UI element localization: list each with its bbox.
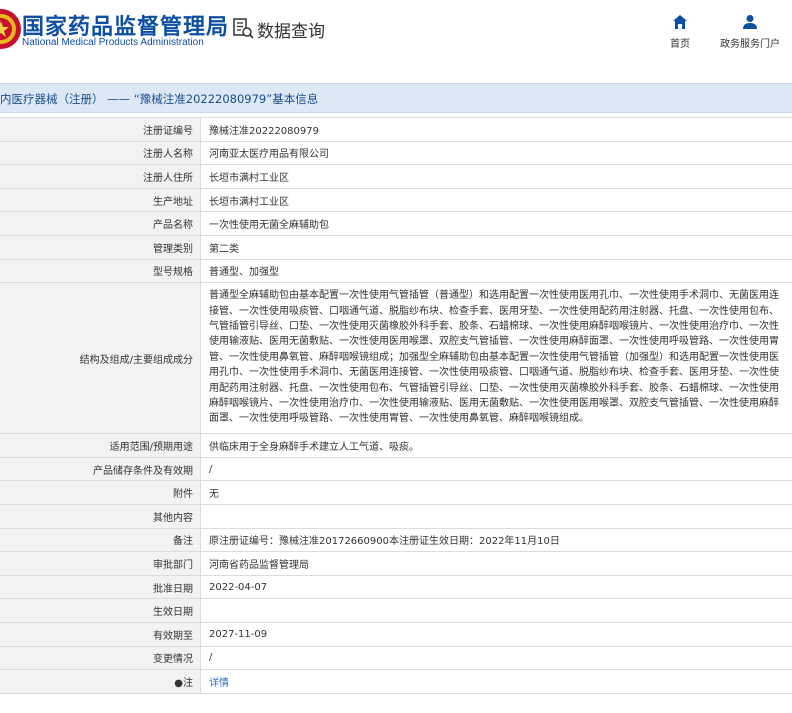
row-value: 长垣市满村工业区 xyxy=(209,196,289,208)
nav-home[interactable]: 首页 xyxy=(666,14,694,50)
row-label: 产品储存条件及有效期 xyxy=(0,457,201,481)
table-row: 有效期至 2027-11-09 xyxy=(0,622,792,647)
row-value: 2027-11-09 xyxy=(209,628,268,640)
row-value: 2022-04-07 xyxy=(209,581,268,593)
row-label: 生效日期 xyxy=(0,599,201,622)
table-row: 生产地址 长垣市满村工业区 xyxy=(0,188,792,213)
table-row: 结构及组成/主要组成成分 普通型全麻辅助包由基本配置一次性使用气管插管（普通型）… xyxy=(0,283,792,435)
row-label: 注册证编号 xyxy=(0,118,201,141)
row-value: / xyxy=(209,652,213,664)
detail-table: 注册证编号 豫械注准20222080979 注册人名称 河南亚太医疗用品有限公司… xyxy=(0,117,792,694)
table-row: 型号规格 普通型、加强型 xyxy=(0,259,792,284)
record-title: 内医疗器械（注册） —— “豫械注准20222080979”基本信息 xyxy=(0,92,319,106)
row-value: 豫械注准20222080979 xyxy=(209,125,319,137)
row-value: / xyxy=(209,463,213,475)
data-query-icon xyxy=(233,18,254,39)
row-value: 河南亚太医疗用品有限公司 xyxy=(209,149,329,161)
nmpa-emblem-icon xyxy=(0,9,21,49)
row-value: 普通型全麻辅助包由基本配置一次性使用气管插管（普通型）和选用配置一次性使用医用孔… xyxy=(209,290,779,425)
table-row: 审批部门 河南省药品监督管理局 xyxy=(0,552,792,576)
table-row: 管理类别 第二类 xyxy=(0,235,792,260)
row-label: 备注 xyxy=(0,528,201,552)
row-label: 结构及组成/主要组成成分 xyxy=(0,283,201,434)
row-value: 河南省药品监督管理局 xyxy=(209,559,309,571)
site-header: 国家药品监督管理局 National Medical Products Admi… xyxy=(0,0,792,66)
row-label: ●注 xyxy=(0,670,201,693)
user-icon xyxy=(743,15,757,29)
row-label: 产品名称 xyxy=(0,212,201,235)
row-value: 原注册证编号：豫械注准20172660900本注册证生效日期：2022年11月1… xyxy=(209,536,560,548)
table-row: 附件 无 xyxy=(0,481,792,505)
brand-name-en[interactable]: National Medical Products Administration xyxy=(22,37,204,48)
record-title-bar: 内医疗器械（注册） —— “豫械注准20222080979”基本信息 xyxy=(0,83,792,113)
table-row: 产品储存条件及有效期 / xyxy=(0,457,792,482)
row-value: 供临床用于全身麻醉手术建立人工气道、吸痰。 xyxy=(209,441,419,453)
row-label: 附件 xyxy=(0,481,201,504)
table-row: 注册证编号 豫械注准20222080979 xyxy=(0,118,792,142)
row-label: 批准日期 xyxy=(0,575,201,599)
table-row: 注册人住所 长垣市满村工业区 xyxy=(0,165,792,189)
row-label: 注册人名称 xyxy=(0,141,201,165)
table-row: 其他内容 xyxy=(0,504,792,529)
row-value: 无 xyxy=(209,489,219,501)
row-label: 审批部门 xyxy=(0,552,201,575)
row-label: 变更情况 xyxy=(0,646,201,670)
row-value: 一次性使用无菌全麻辅助包 xyxy=(209,220,329,232)
table-row: 生效日期 xyxy=(0,599,792,623)
section-title: 数据查询 xyxy=(257,22,325,42)
details-link[interactable]: 详情 xyxy=(209,674,229,689)
row-label: 注册人住所 xyxy=(0,165,201,188)
row-value xyxy=(201,505,792,528)
row-label: 型号规格 xyxy=(0,259,201,283)
row-value xyxy=(201,599,792,622)
table-row: ●注 详情 xyxy=(0,670,792,694)
row-label: 适用范围/预期用途 xyxy=(0,434,201,457)
nav-service-portal-label: 政务服务门户 xyxy=(720,39,780,50)
row-label: 管理类别 xyxy=(0,235,201,259)
home-icon xyxy=(673,15,687,29)
row-value: 长垣市满村工业区 xyxy=(209,172,289,184)
nav-home-label: 首页 xyxy=(670,39,690,50)
row-label: 其他内容 xyxy=(0,504,201,528)
row-value: 详情 xyxy=(201,670,792,693)
table-row: 注册人名称 河南亚太医疗用品有限公司 xyxy=(0,141,792,166)
row-label: 有效期至 xyxy=(0,622,201,646)
nav-service-portal[interactable]: 政务服务门户 xyxy=(718,14,782,50)
table-row: 备注 原注册证编号：豫械注准20172660900本注册证生效日期：2022年1… xyxy=(0,528,792,553)
table-row: 产品名称 一次性使用无菌全麻辅助包 xyxy=(0,212,792,236)
row-value: 第二类 xyxy=(209,243,239,255)
row-label: 生产地址 xyxy=(0,188,201,212)
table-row: 变更情况 / xyxy=(0,646,792,671)
row-value: 普通型、加强型 xyxy=(209,267,279,279)
table-row: 批准日期 2022-04-07 xyxy=(0,575,792,600)
table-row: 适用范围/预期用途 供临床用于全身麻醉手术建立人工气道、吸痰。 xyxy=(0,434,792,458)
